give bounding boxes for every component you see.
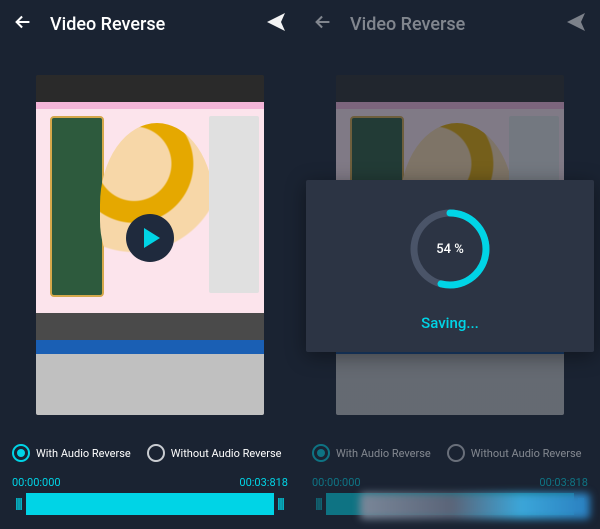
option-with-audio: With Audio Reverse (312, 444, 431, 462)
time-end: 00:03:818 (239, 476, 288, 489)
send-icon (564, 10, 588, 38)
saving-dialog: 54 % Saving... (306, 180, 594, 352)
radio-selected-icon (12, 444, 30, 462)
time-start: 00:00:000 (12, 476, 61, 489)
option-with-audio[interactable]: With Audio Reverse (12, 444, 131, 462)
option-without-audio[interactable]: Without Audio Reverse (147, 444, 282, 462)
radio-unselected-icon (447, 444, 465, 462)
header: Video Reverse (0, 0, 300, 48)
time-labels: 00:00:000 00:03:818 (12, 476, 288, 489)
radio-selected-icon (312, 444, 330, 462)
screen-editor: Video Reverse With Audio Reverse Without… (0, 0, 300, 529)
screen-saving: Video Reverse With Audio Reverse Without… (300, 0, 600, 529)
page-title: Video Reverse (50, 14, 248, 35)
send-icon[interactable] (264, 10, 288, 38)
radio-unselected-icon (147, 444, 165, 462)
video-frame[interactable] (36, 75, 264, 415)
trim-handle-left[interactable] (12, 493, 26, 515)
progress-ring: 54 % (405, 204, 495, 294)
trim-handle-right[interactable] (274, 493, 288, 515)
blurred-region (360, 493, 590, 519)
back-icon[interactable] (12, 11, 34, 37)
option-label: With Audio Reverse (36, 447, 131, 460)
controls-panel: With Audio Reverse Without Audio Reverse… (0, 438, 300, 529)
option-label: With Audio Reverse (336, 447, 431, 460)
trim-slider[interactable] (12, 493, 288, 515)
page-title: Video Reverse (350, 14, 548, 35)
play-button[interactable] (126, 214, 174, 262)
header: Video Reverse (300, 0, 600, 48)
video-thumbnail (100, 123, 214, 286)
time-end: 00:03:818 (539, 476, 588, 489)
video-preview-area (0, 48, 300, 438)
time-start: 00:00:000 (312, 476, 361, 489)
option-label: Without Audio Reverse (471, 447, 582, 460)
back-icon (312, 11, 334, 37)
option-without-audio: Without Audio Reverse (447, 444, 582, 462)
audio-options: With Audio Reverse Without Audio Reverse (312, 444, 588, 462)
trim-handle-left (312, 493, 326, 515)
saving-status: Saving... (421, 314, 479, 332)
audio-options: With Audio Reverse Without Audio Reverse (12, 444, 288, 462)
time-labels: 00:00:000 00:03:818 (312, 476, 588, 489)
option-label: Without Audio Reverse (171, 447, 282, 460)
